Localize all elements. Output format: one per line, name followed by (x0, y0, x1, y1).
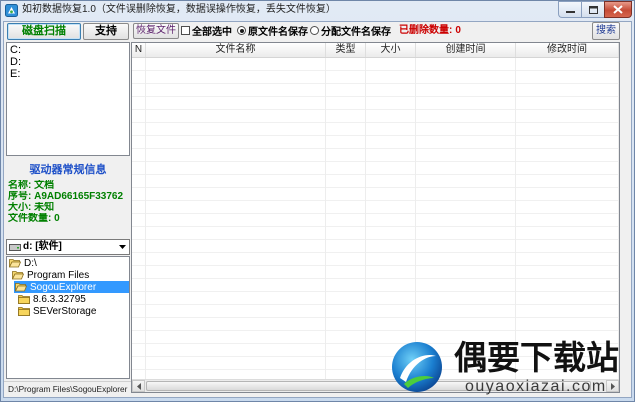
deleted-count-value: 0 (455, 25, 461, 36)
radio-circle (310, 26, 319, 35)
deleted-count: 已删除数量: 0 (399, 23, 461, 38)
radio-circle (237, 26, 246, 35)
file-list-column (416, 58, 516, 379)
folder-icon (18, 306, 30, 316)
maximize-icon (588, 5, 598, 14)
drive-info-serial: 序号: A9AD66165F33762 (8, 191, 124, 202)
file-list-body[interactable] (132, 58, 619, 379)
drive-info-panel: 驱动器常规信息 名称: 文档 序号: A9AD66165F33762 大小: 未… (6, 157, 130, 237)
select-all-label: 全部选中 (192, 27, 232, 38)
drive-list[interactable]: C: D: E: (6, 42, 130, 156)
tree-item[interactable]: Program Files (11, 269, 129, 281)
current-path-status: D:\Program Files\SogouExplorer (4, 381, 131, 397)
save-original-name-radio[interactable]: 原文件名保存 (237, 23, 308, 38)
watermark-site-name: 偶要下载站 (454, 339, 619, 376)
close-icon (613, 5, 623, 14)
tree-item-label: Program Files (27, 269, 90, 281)
drive-info-title: 驱动器常规信息 (29, 164, 107, 176)
column-header-created[interactable]: 创建时间 (416, 43, 516, 57)
minimize-button[interactable] (558, 1, 581, 18)
chevron-left-icon (136, 382, 141, 390)
watermark-logo-icon (390, 340, 444, 394)
checkbox-box (181, 26, 190, 35)
column-header-type[interactable]: 类型 (326, 43, 366, 57)
tree-item-label: SogouExplorer (30, 281, 97, 293)
restore-files-button[interactable]: 恢复文件 (133, 23, 179, 39)
watermark-site-url: ouyaoxiazai.com (465, 378, 607, 395)
minimize-icon (565, 5, 575, 14)
folder-tree[interactable]: D:\ Program Files SogouExplorer 8.6.3.32795… (6, 256, 130, 379)
save-assigned-name-radio[interactable]: 分配文件名保存 (310, 23, 391, 38)
column-header-size[interactable]: 大小 (366, 43, 416, 57)
save-original-name-label: 原文件名保存 (248, 27, 308, 38)
column-header-file-name[interactable]: 文件名称 (146, 43, 326, 57)
drive-info-name: 名称: 文档 (8, 180, 55, 191)
scroll-left-button[interactable] (132, 380, 145, 392)
folder-open-icon (12, 270, 24, 280)
save-assigned-name-label: 分配文件名保存 (321, 27, 391, 38)
disk-scan-button[interactable]: 磁盘扫描 (7, 23, 81, 40)
column-header-modified[interactable]: 修改时间 (516, 43, 619, 57)
file-list-column (326, 58, 366, 379)
folder-open-icon (15, 282, 27, 292)
folder-open-icon (9, 258, 21, 268)
tree-item-label: 8.6.3.32795 (33, 293, 86, 305)
file-list-header: N 文件名称 类型 大小 创建时间 修改时间 (132, 43, 619, 58)
drive-select[interactable]: d: [软件] (6, 239, 130, 255)
file-list-column (132, 58, 146, 379)
select-all-checkbox[interactable]: 全部选中 (181, 23, 232, 38)
tree-item[interactable]: 8.6.3.32795 (17, 293, 129, 305)
left-panel: 磁盘扫描 支持 C: D: E: 驱动器常规信息 名称: 文档 序号: A9AD… (3, 21, 134, 398)
watermark: 偶要下载站 ouyaoxiazai.com (388, 336, 630, 398)
maximize-button[interactable] (581, 1, 604, 18)
file-list-column (366, 58, 416, 379)
folder-icon (18, 294, 30, 304)
title-bar[interactable]: 如初数据恢复1.0（文件误删除恢复，数据误操作恢复，丢失文件恢复） (0, 0, 635, 21)
close-button[interactable] (604, 1, 632, 18)
tree-item-label: SEVerStorage (33, 305, 97, 317)
column-header-n[interactable]: N (132, 43, 146, 57)
tree-item[interactable]: D:\ (8, 257, 129, 269)
deleted-count-label: 已删除数量: (399, 25, 453, 36)
drive-info-file-count: 文件数量: 0 (8, 213, 60, 224)
tree-item-label: D:\ (24, 257, 37, 269)
file-list-column (146, 58, 326, 379)
drive-info-size: 大小: 未知 (8, 202, 55, 213)
tree-item[interactable]: SogouExplorer (14, 281, 129, 293)
tree-item[interactable]: SEVerStorage (17, 305, 129, 317)
chevron-down-icon[interactable] (116, 241, 128, 253)
drive-list-item[interactable]: D: (10, 56, 129, 68)
file-list-column (516, 58, 619, 379)
search-button[interactable]: 搜索 (592, 22, 620, 40)
drive-list-item[interactable]: E: (10, 68, 129, 80)
drive-list-item[interactable]: C: (10, 44, 129, 56)
drive-icon (9, 243, 21, 252)
app-icon[interactable] (5, 4, 18, 17)
drive-info-lines: 名称: 文档 序号: A9AD66165F33762 大小: 未知 文件数量: … (8, 180, 129, 224)
drive-select-value: d: [软件] (23, 241, 62, 252)
support-button[interactable]: 支持 (83, 23, 129, 40)
window-title: 如初数据恢复1.0（文件误删除恢复，数据误操作恢复，丢失文件恢复） (22, 4, 336, 15)
